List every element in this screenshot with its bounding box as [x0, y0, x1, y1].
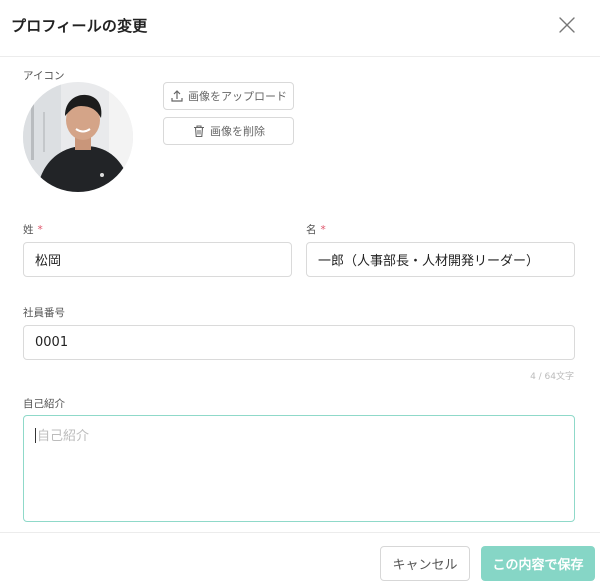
save-button[interactable]: この内容で保存 [481, 546, 595, 581]
cancel-button[interactable]: キャンセル [380, 546, 470, 581]
employee-number-value: 0001 [35, 335, 69, 350]
bio-textarea[interactable]: 自己紹介 [23, 415, 575, 522]
character-counter: 4 / 64文字 [530, 372, 574, 382]
first-name-label-text: 名 [306, 224, 317, 236]
bio-placeholder: 自己紹介 [37, 429, 90, 444]
upload-button-label: 画像をアップロード [188, 90, 287, 103]
upload-icon [171, 90, 183, 102]
text-caret [35, 428, 36, 443]
bio-label: 自己紹介 [23, 398, 65, 410]
modal-title: プロフィールの変更 [11, 17, 148, 35]
last-name-value: 松岡 [35, 254, 62, 269]
icon-label: アイコン [23, 70, 65, 82]
first-name-value: 一郎（人事部長・人材開発リーダー） [318, 254, 540, 269]
last-name-input[interactable]: 松岡 [23, 242, 292, 277]
upload-image-button[interactable]: 画像をアップロード [163, 82, 294, 110]
delete-button-label: 画像を削除 [210, 125, 265, 138]
employee-number-input[interactable]: 0001 [23, 325, 575, 360]
last-name-label: 姓 * [23, 222, 43, 237]
trash-icon [194, 125, 204, 138]
delete-image-button[interactable]: 画像を削除 [163, 117, 294, 145]
required-mark: * [320, 224, 326, 236]
first-name-input[interactable]: 一郎（人事部長・人材開発リーダー） [306, 242, 575, 277]
required-mark: * [37, 224, 43, 236]
last-name-label-text: 姓 [23, 224, 34, 236]
profile-edit-modal: プロフィールの変更 アイコン 画像をアップロード 画像を削除 姓 * 松岡 名 … [0, 0, 600, 586]
close-icon [559, 17, 575, 33]
employee-number-label: 社員番号 [23, 307, 65, 319]
close-button[interactable] [557, 15, 577, 35]
modal-header: プロフィールの変更 [0, 0, 600, 57]
first-name-label: 名 * [306, 222, 326, 237]
avatar-photo [23, 82, 133, 192]
avatar [23, 82, 133, 192]
